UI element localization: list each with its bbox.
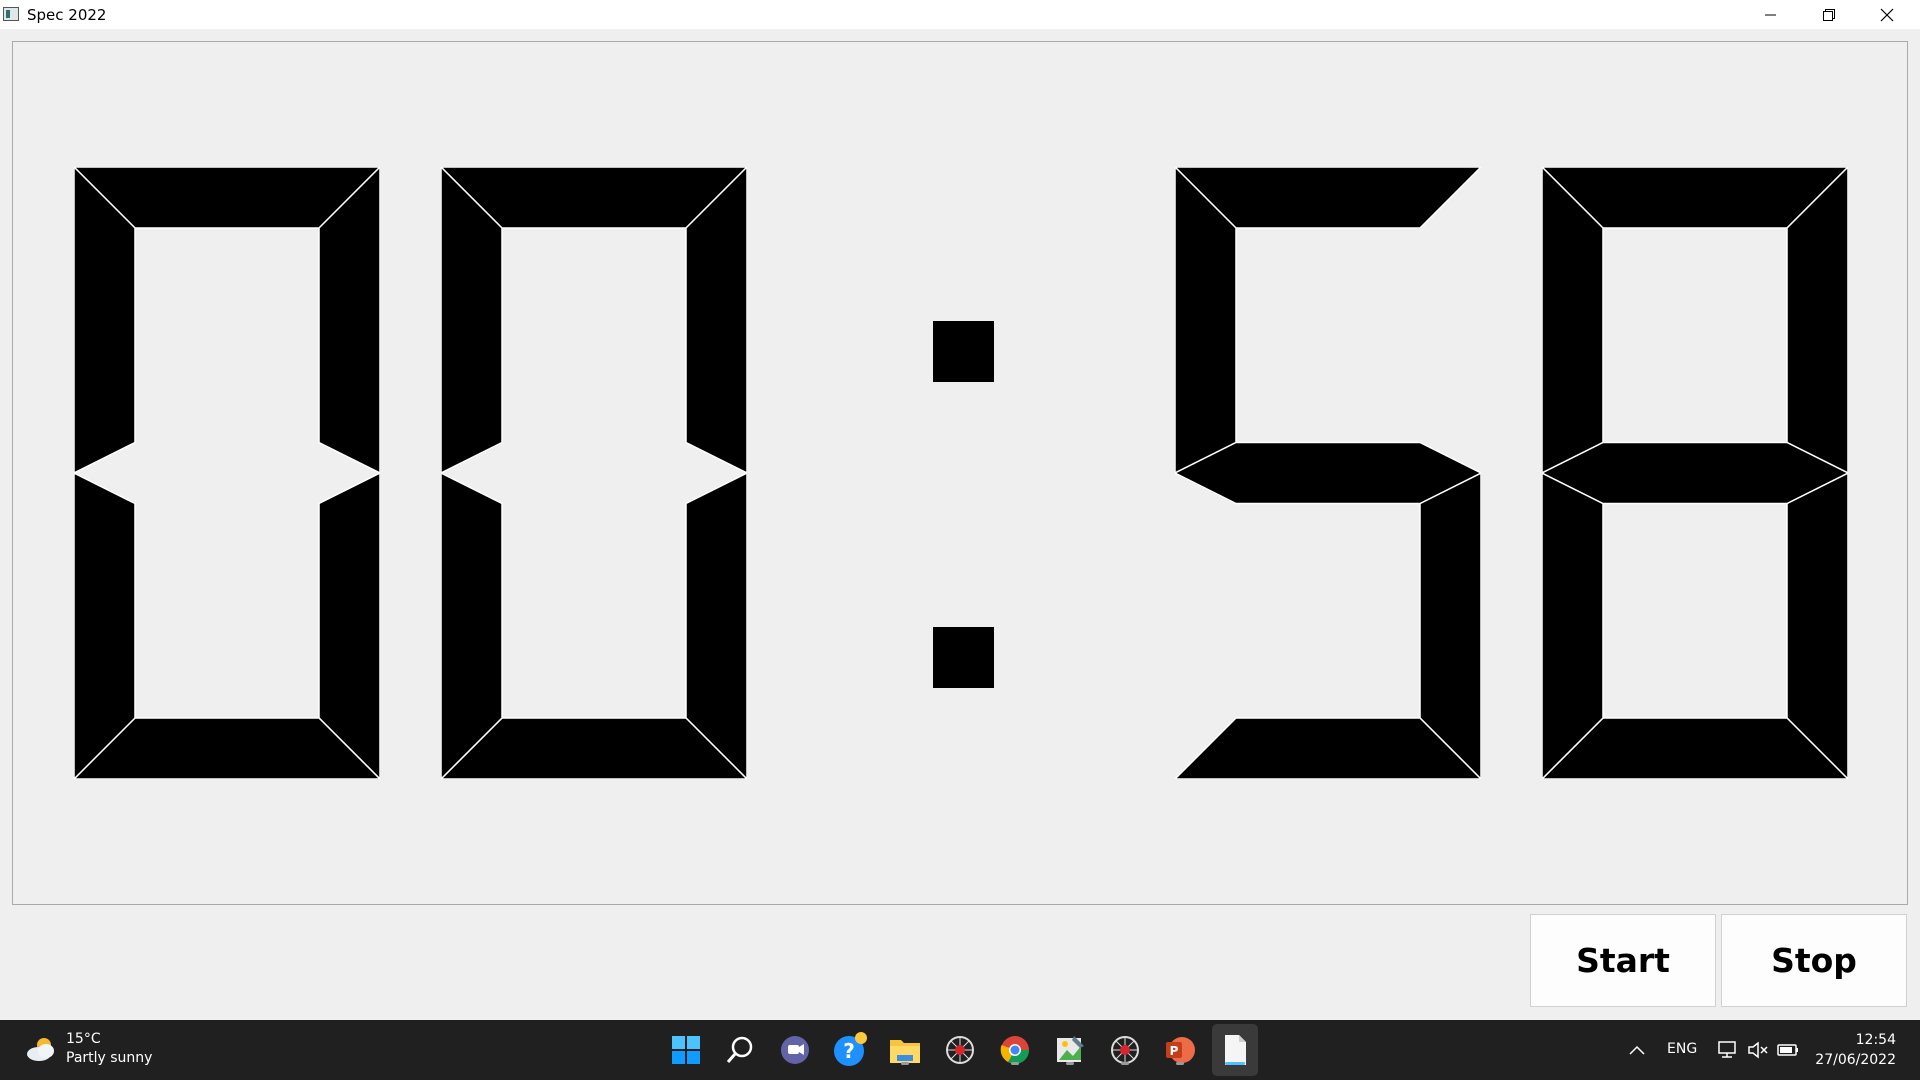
- restore-button[interactable]: [1800, 0, 1858, 29]
- network-icon[interactable]: [1712, 1034, 1744, 1066]
- close-icon: [1880, 8, 1894, 21]
- title-bar: Spec 2022: [0, 0, 1920, 29]
- chrome-icon[interactable]: [997, 1032, 1033, 1068]
- windows-start-icon[interactable]: [668, 1032, 704, 1068]
- colon-dot-bottom: [933, 627, 994, 688]
- language-indicator[interactable]: ENG: [1667, 1041, 1697, 1057]
- digit-minutes-tens: [74, 167, 380, 779]
- volume-muted-icon[interactable]: [1742, 1034, 1774, 1066]
- document-icon[interactable]: [1217, 1032, 1253, 1068]
- stop-button[interactable]: Stop: [1721, 914, 1907, 1007]
- search-icon[interactable]: [722, 1032, 758, 1068]
- weather-widget[interactable]: 15°C Partly sunny: [24, 1030, 152, 1068]
- image-editor-icon[interactable]: [1052, 1032, 1088, 1068]
- timer-display: [12, 41, 1908, 905]
- clock-date: 27/06/2022: [1815, 1052, 1896, 1068]
- battery-icon[interactable]: [1772, 1034, 1804, 1066]
- restore-icon: [1823, 8, 1835, 21]
- powerpoint-icon[interactable]: P: [1162, 1032, 1198, 1068]
- help-icon[interactable]: ?: [832, 1032, 868, 1068]
- minimize-icon: [1765, 14, 1776, 15]
- segment-g: [1175, 441, 1481, 505]
- taskbar: 15°C Partly sunny ? P ENG 12:54 27/06/20…: [0, 1020, 1920, 1080]
- colon-dot-top: [933, 321, 994, 382]
- file-explorer-icon[interactable]: [887, 1032, 923, 1068]
- digit-seconds-ones: [1542, 167, 1848, 779]
- teams-chat-icon[interactable]: [777, 1032, 813, 1068]
- system-clock[interactable]: 12:54 27/06/2022: [1815, 1030, 1896, 1070]
- spider-app-icon[interactable]: [942, 1032, 978, 1068]
- window-title: Spec 2022: [27, 6, 107, 24]
- digit-minutes-ones: [441, 167, 747, 779]
- close-button[interactable]: [1858, 0, 1916, 29]
- svg-text:?: ?: [843, 1039, 855, 1063]
- weather-condition: Partly sunny: [66, 1050, 153, 1066]
- spider-app-icon-2[interactable]: [1107, 1032, 1143, 1068]
- start-button[interactable]: Start: [1530, 914, 1716, 1007]
- clock-time: 12:54: [1855, 1032, 1896, 1048]
- app-icon: [3, 7, 19, 21]
- partly-sunny-icon: [24, 1035, 58, 1063]
- minimize-button[interactable]: [1742, 0, 1800, 29]
- chevron-up-icon[interactable]: [1621, 1034, 1653, 1066]
- digit-seconds-tens: [1175, 167, 1481, 779]
- weather-temperature: 15°C: [66, 1031, 101, 1047]
- svg-text:P: P: [1170, 1044, 1179, 1058]
- segment-g: [1542, 441, 1848, 505]
